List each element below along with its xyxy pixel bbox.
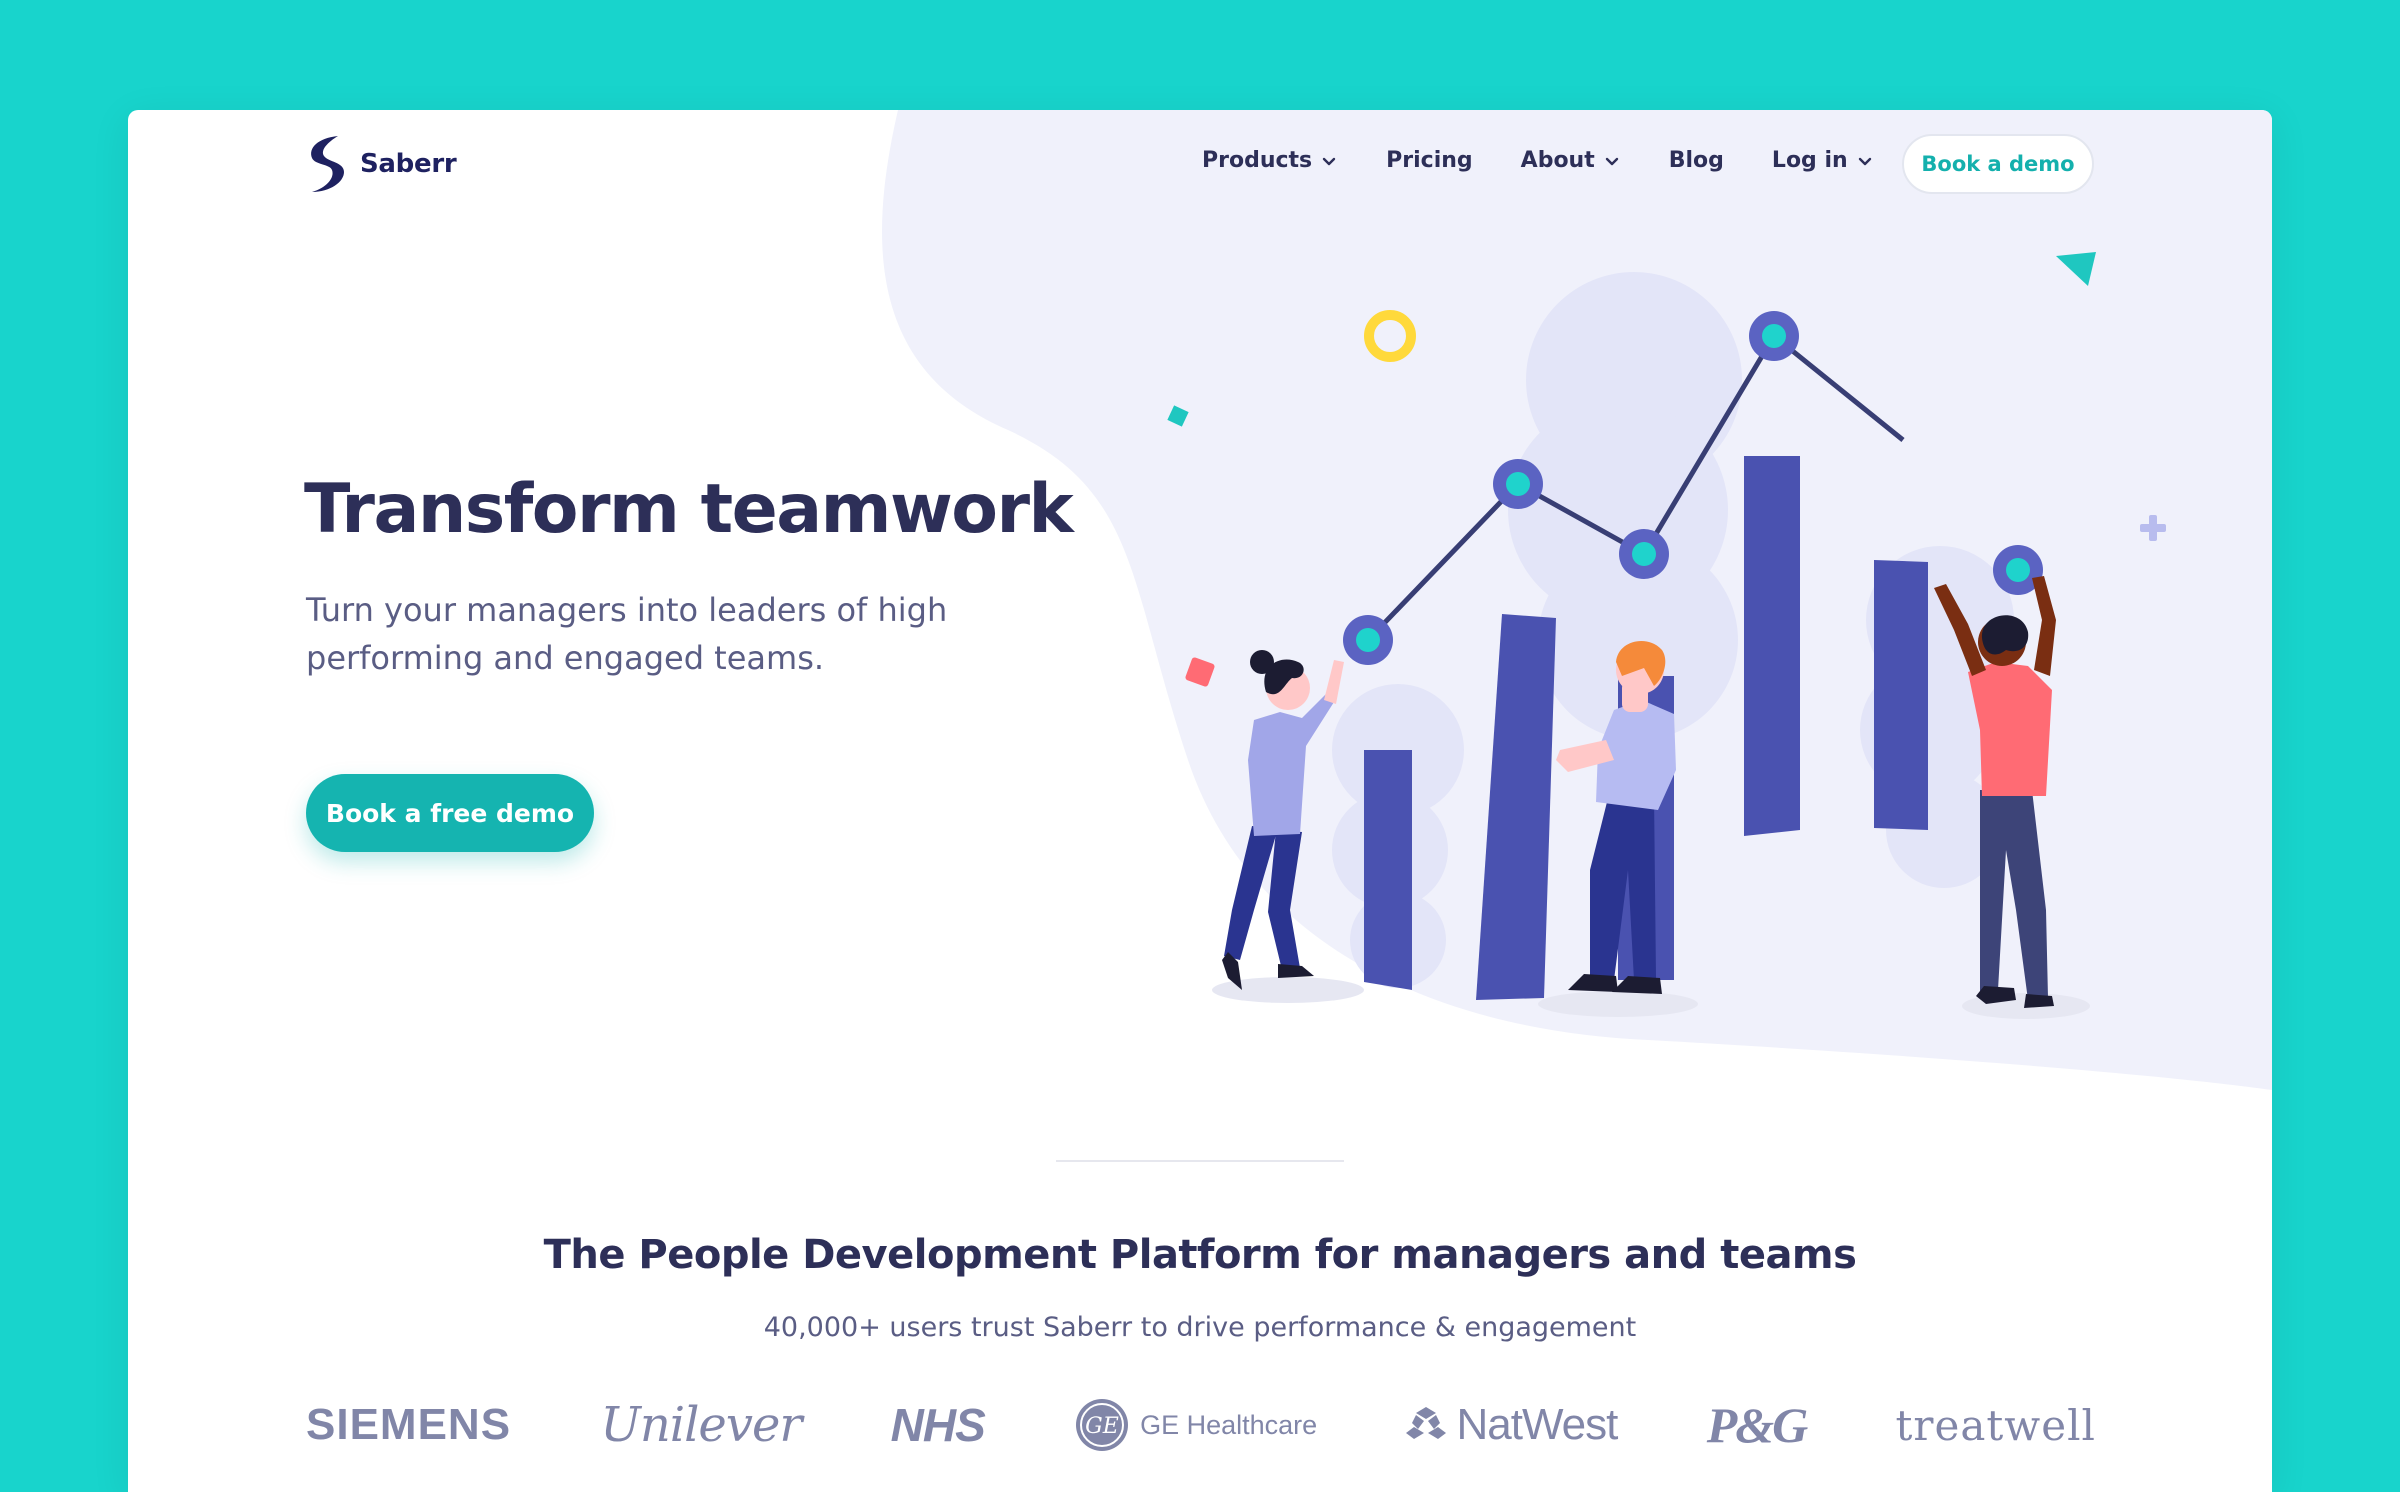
saberr-s-logo-icon <box>311 136 344 192</box>
svg-text:GE: GE <box>1085 1414 1119 1439</box>
nav-pricing-label: Pricing <box>1386 148 1473 173</box>
client-logo-natwest-text: NatWest <box>1456 1400 1618 1449</box>
client-logos-row: SIEMENS Unilever NHS GE GE Healthcare Na… <box>306 1390 2096 1460</box>
saberr-logo[interactable]: Saberr <box>306 134 457 194</box>
nav-products-label: Products <box>1202 148 1313 173</box>
book-free-demo-button[interactable]: Book a free demo <box>306 774 594 852</box>
nav-login-label: Log in <box>1771 148 1848 173</box>
nav-about-label: About <box>1520 148 1595 173</box>
browser-window: Saberr Products Pricing About Blog Log i… <box>128 110 2272 1492</box>
nav-products[interactable]: Products <box>1202 148 1338 173</box>
client-logo-pg-text: P&G <box>1706 1397 1809 1453</box>
client-logo-ge-text: GE Healthcare <box>1140 1409 1318 1440</box>
client-logo-pg: P&G <box>1706 1396 1809 1454</box>
client-logo-siemens-text: SIEMENS <box>306 1400 512 1449</box>
hero-title: Transform teamwork <box>304 470 1074 549</box>
ge-monogram-icon: GE <box>1076 1399 1129 1451</box>
chevron-down-icon <box>1322 157 1336 165</box>
book-demo-button[interactable]: Book a demo <box>1902 134 2094 194</box>
chevron-down-icon <box>1605 157 1618 165</box>
nav-pricing[interactable]: Pricing <box>1386 148 1473 173</box>
hero-subtitle: Turn your managers into leaders of high … <box>306 591 948 677</box>
client-logo-unilever: Unilever <box>600 1397 802 1453</box>
main-nav: Products Pricing About Blog Log in <box>1202 148 1922 173</box>
section-divider <box>1056 1160 1344 1162</box>
client-logo-nhs-text: NHS <box>890 1399 986 1451</box>
client-logo-siemens: SIEMENS <box>306 1400 511 1450</box>
client-logo-unilever-text: Unilever <box>600 1397 802 1453</box>
natwest-cubes-icon <box>1406 1407 1447 1439</box>
client-logo-treatwell: treatwell <box>1896 1401 2096 1450</box>
nav-about[interactable]: About <box>1521 148 1621 173</box>
nav-blog[interactable]: Blog <box>1669 148 1724 173</box>
chevron-down-icon <box>1858 157 1871 165</box>
platform-subtitle: 40,000+ users trust Saberr to drive perf… <box>763 1312 1637 1343</box>
client-logo-nhs: NHS <box>890 1398 986 1452</box>
nav-login[interactable]: Log in <box>1772 148 1874 173</box>
brand-name: Saberr <box>360 149 457 179</box>
platform-title: The People Development Platform for mana… <box>543 1232 1857 1278</box>
client-logo-treatwell-text: treatwell <box>1895 1400 2096 1450</box>
client-logo-ge-healthcare: GE GE Healthcare <box>1074 1397 1317 1453</box>
nav-blog-label: Blog <box>1668 148 1724 173</box>
client-logo-natwest: NatWest <box>1406 1400 1618 1450</box>
